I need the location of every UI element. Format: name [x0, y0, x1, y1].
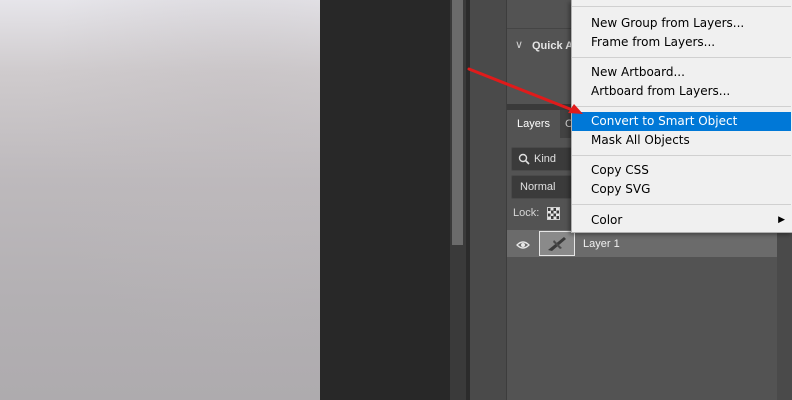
layer-row[interactable]: Layer 1	[507, 230, 777, 257]
menu-separator	[572, 204, 791, 205]
quick-actions-label: Quick A	[532, 40, 574, 52]
lock-transparent-pixels-icon[interactable]	[547, 207, 560, 220]
menu-item-color-label: Color	[591, 213, 623, 227]
menu-item-new-artboard[interactable]: New Artboard...	[572, 63, 791, 82]
menu-item-artboard-from-layers[interactable]: Artboard from Layers...	[572, 82, 791, 101]
menu-item-convert-to-smart-object[interactable]: Convert to Smart Object	[572, 112, 791, 131]
menu-separator	[572, 106, 791, 107]
visibility-eye-icon[interactable]	[516, 237, 530, 255]
layer-name[interactable]: Layer 1	[583, 238, 620, 250]
menu-item-frame-from-layers[interactable]: Frame from Layers...	[572, 33, 791, 52]
layer-thumbnail[interactable]	[539, 231, 575, 256]
menu-item-copy-svg[interactable]: Copy SVG	[572, 180, 791, 199]
tab-layers[interactable]: Layers	[507, 110, 561, 138]
menu-item-copy-css[interactable]: Copy CSS	[572, 161, 791, 180]
menu-separator	[572, 155, 791, 156]
menu-item-mask-all-objects[interactable]: Mask All Objects	[572, 131, 791, 150]
collapsed-panel-strip	[470, 0, 507, 400]
menu-item-color[interactable]: Color ▶	[572, 211, 791, 230]
lock-label: Lock:	[513, 207, 540, 219]
menu-item-new-group-from-layers[interactable]: New Group from Layers...	[572, 14, 791, 33]
chevron-down-icon[interactable]: ∨	[515, 38, 523, 51]
search-icon	[518, 152, 530, 170]
menu-separator	[572, 6, 791, 7]
layers-panel-scrollbar[interactable]	[777, 230, 792, 400]
pasteboard	[320, 0, 450, 400]
document-canvas[interactable]	[0, 0, 320, 400]
submenu-arrow-icon: ▶	[778, 215, 785, 225]
blend-mode-value: Normal	[520, 181, 556, 193]
filter-kind-value: Kind	[534, 153, 557, 165]
menu-separator	[572, 57, 791, 58]
context-menu: New Group from Layers... Frame from Laye…	[571, 0, 792, 233]
canvas-scrollbar-thumb[interactable]	[452, 0, 463, 245]
